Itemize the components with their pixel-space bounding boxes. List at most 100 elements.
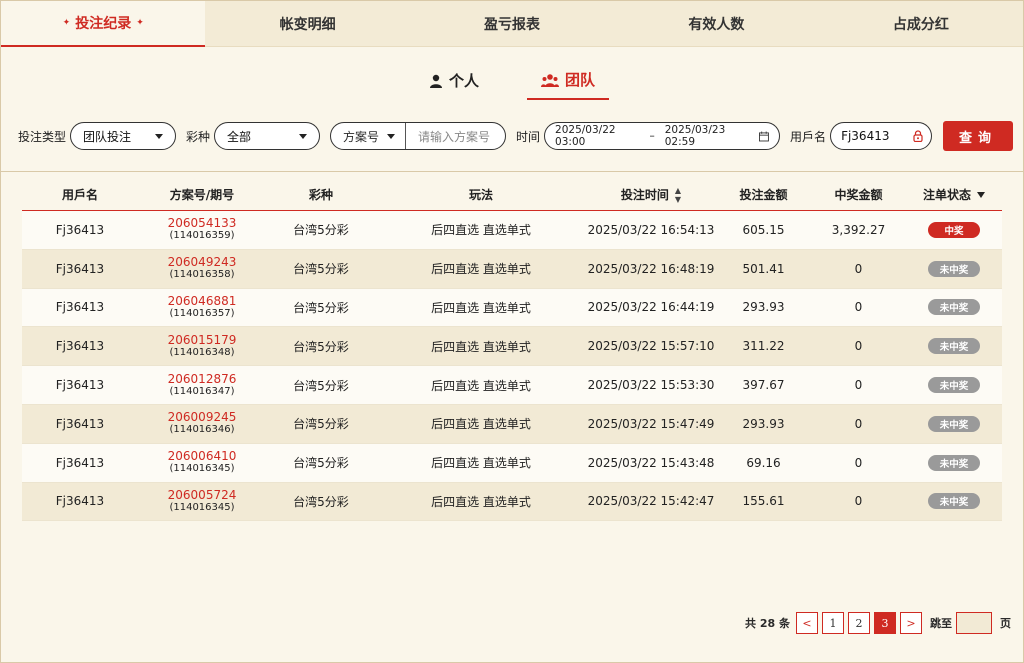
scheme-type-select[interactable]: 方案号 [331,123,407,149]
table-row[interactable]: Fj36413 206054133 (114016359) 台湾5分彩 后四直选 直选单… [22,211,1002,250]
header-bet-time-label: 投注时间 [620,188,669,202]
scheme-select-label: 方案号 [343,129,380,144]
time-end: 2025/03/23 02:59 [664,124,726,148]
cell-bet-time: 2025/03/22 16:44:19 [587,300,715,315]
filter-bar: 投注类型 团队投注 彩种 全部 方案号 请输入方案号 时间 2025/03/22… [18,121,1013,151]
cell-play: 后四直选 直选单式 [431,339,531,354]
scheme-input[interactable]: 请输入方案号 [406,128,502,145]
tab-team[interactable]: 团队 [527,67,610,100]
table-row[interactable]: Fj36413 206009245 (114016346) 台湾5分彩 后四直选 直选单… [22,404,1002,444]
header-lottery: 彩种 [308,188,333,202]
table-row[interactable]: Fj36413 206006410 (114016345) 台湾5分彩 后四直选 直选单… [22,443,1002,483]
cell-username: Fj36413 [55,494,105,509]
sub-tab-bar: 个人 团队 [1,67,1023,100]
status-badge: 未中奖 [928,493,980,510]
table-row[interactable]: Fj36413 206012876 (114016347) 台湾5分彩 后四直选 直选单… [22,366,1002,405]
cell-status: 中奖 [906,221,1002,238]
cell-play: 后四直选 直选单式 [431,494,531,509]
prev-page-button[interactable]: < [795,612,818,634]
tab-personal[interactable]: 个人 [415,67,493,100]
cell-scheme: 206046881 (114016357) [138,294,266,320]
scheme-number-link[interactable]: 206046881 [168,294,237,308]
table-header: 用戶名 方案号/期号 彩种 玩法 投注时间 ▲ ▼ 投注金额 中奖金额 注单状态 [22,179,1002,211]
sort-icon[interactable]: ▲ ▼ [675,186,681,204]
tab-profit-report[interactable]: 盈亏报表 [409,1,615,47]
time-label: 时间 [516,129,541,144]
page-button-3[interactable]: 3 [873,612,896,634]
tab-active-users[interactable]: 有效人数 [614,1,819,47]
table-row[interactable]: Fj36413 206046881 (114016357) 台湾5分彩 后四直选 直选单… [22,288,1002,328]
cell-status: 未中奖 [906,299,1002,316]
tab-bet-records[interactable]: ✦ 投注纪录 ✦ [1,1,206,47]
lottery-value: 全部 [227,129,252,144]
cell-bet-time: 2025/03/22 15:53:30 [587,378,715,393]
username-input[interactable]: Fj36413 [830,122,933,150]
status-badge: 未中奖 [928,377,980,394]
scheme-number-link[interactable]: 206054133 [168,217,237,230]
scheme-number-link[interactable]: 206015179 [168,333,237,347]
app-frame: ✦ 投注纪录 ✦ 帐变明细 盈亏报表 有效人数 占成分红 个人 团队 投注类型 … [0,0,1024,663]
cell-lottery: 台湾5分彩 [293,456,349,471]
cell-username: Fj36413 [55,261,105,276]
issue-number: (114016346) [169,424,235,436]
username-value: Fj36413 [841,129,890,143]
header-status-label: 注单状态 [922,188,971,202]
scheme-number-link[interactable]: 206006410 [168,450,237,463]
cell-scheme: 206015179 (114016348) [138,333,266,359]
jump-label: 跳至 [929,617,952,630]
cell-prize: 0 [854,455,863,470]
header-amount: 投注金额 [739,188,788,202]
bet-type-label: 投注类型 [18,129,67,144]
page-button-1[interactable]: 1 [821,612,844,634]
cell-bet-time: 2025/03/22 16:48:19 [587,261,715,276]
header-username: 用戶名 [61,188,98,202]
tab-account-changes[interactable]: 帐变明细 [205,1,410,47]
tab-share-dividend[interactable]: 占成分红 [818,1,1024,47]
cell-lottery: 台湾5分彩 [293,378,349,393]
cell-prize: 0 [854,300,863,315]
scheme-number-link[interactable]: 206005724 [168,488,237,502]
header-status[interactable]: 注单状态 [906,186,1002,203]
tab-label: 有效人数 [688,16,745,33]
scheme-number-link[interactable]: 206012876 [168,372,237,386]
cell-username: Fj36413 [55,378,105,393]
next-page-button[interactable]: > [899,612,922,634]
cell-username: Fj36413 [55,300,105,315]
scheme-number-link[interactable]: 206009245 [168,411,237,424]
scheme-number-link[interactable]: 206049243 [168,256,237,269]
issue-number: (114016347) [169,385,235,397]
bet-type-select[interactable]: 团队投注 [70,122,177,150]
cell-status: 未中奖 [906,260,1002,277]
cell-amount: 293.93 [742,300,785,315]
tab-personal-label: 个人 [448,72,479,90]
cell-amount: 501.41 [742,261,785,276]
page-suffix: 页 [999,617,1011,630]
lottery-label: 彩种 [186,129,211,144]
cell-bet-time: 2025/03/22 16:54:13 [587,222,715,237]
filter-icon[interactable] [977,191,985,198]
cell-play: 后四直选 直选单式 [431,300,531,315]
chevron-down-icon [387,133,396,139]
total-count: 共 28 条 [745,617,790,630]
table-row[interactable]: Fj36413 206005724 (114016345) 台湾5分彩 后四直选 直选单… [22,482,1002,522]
date-range-picker[interactable]: 2025/03/22 03:00 – 2025/03/23 02:59 [544,122,781,150]
cell-lottery: 台湾5分彩 [293,262,349,277]
table-row[interactable]: Fj36413 206049243 (114016358) 台湾5分彩 后四直选 直选单… [22,249,1002,289]
cell-status: 未中奖 [906,415,1002,432]
jump-page-input[interactable] [955,612,992,634]
cell-lottery: 台湾5分彩 [293,494,349,509]
cell-amount: 605.15 [742,222,785,237]
cell-username: Fj36413 [55,339,105,354]
table-row[interactable]: Fj36413 206015179 (114016348) 台湾5分彩 后四直选 直选单… [22,327,1002,367]
cell-amount: 293.93 [742,416,785,431]
header-bet-time[interactable]: 投注时间 ▲ ▼ [586,186,716,204]
page-button-2[interactable]: 2 [847,612,870,634]
cell-scheme: 206009245 (114016346) [138,411,266,436]
cell-bet-time: 2025/03/22 15:43:48 [587,455,715,470]
lottery-select[interactable]: 全部 [214,122,321,150]
query-button[interactable]: 查询 [943,121,1013,151]
cell-scheme: 206012876 (114016347) [138,372,266,398]
cell-play: 后四直选 直选单式 [431,417,531,432]
star-icon: ✦ [136,18,144,28]
cell-bet-time: 2025/03/22 15:57:10 [587,339,715,354]
